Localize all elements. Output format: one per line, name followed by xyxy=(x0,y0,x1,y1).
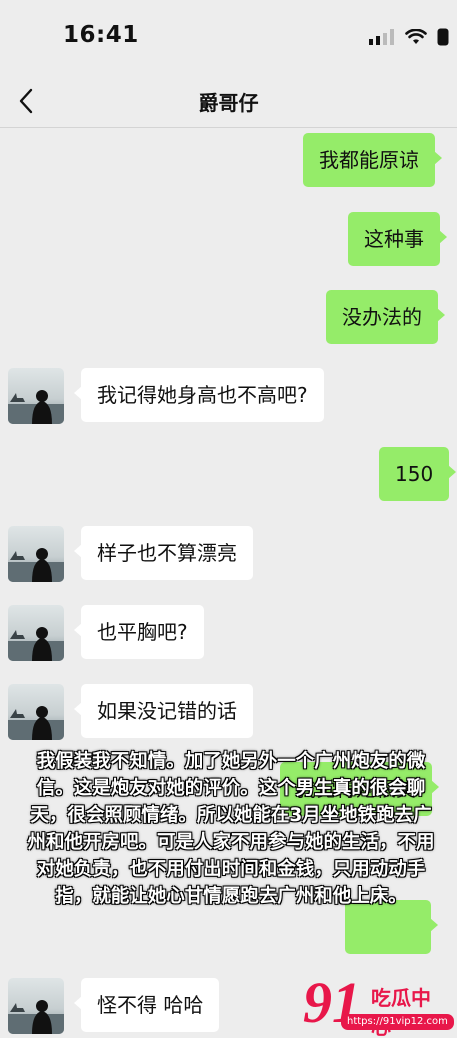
battery-icon xyxy=(437,28,449,46)
chat-title: 爵哥仔 xyxy=(198,91,259,115)
contact-message-bubble[interactable]: 样子也不算漂亮 xyxy=(74,526,253,580)
avatar-image xyxy=(8,526,64,582)
avatar-image xyxy=(8,368,64,424)
watermark-logo: 91 吃瓜中心 https://91vip12.com xyxy=(303,974,454,1038)
avatar-image xyxy=(8,978,64,1034)
contact-message-bubble[interactable]: 如果没记错的话 xyxy=(74,684,253,738)
watermark-url: https://91vip12.com xyxy=(341,1014,454,1030)
contact-avatar[interactable] xyxy=(8,978,64,1034)
signal-icon xyxy=(369,29,394,45)
contact-message-bubble[interactable]: 我记得她身高也不高吧? xyxy=(74,368,324,422)
contact-avatar[interactable] xyxy=(8,605,64,661)
contact-message-bubble[interactable]: 怪不得 哈哈 xyxy=(73,978,220,1032)
status-icons xyxy=(369,28,449,46)
avatar-image xyxy=(8,605,64,661)
chat-header: 爵哥仔 xyxy=(0,74,457,128)
my-message-bubble[interactable]: 没办法的 xyxy=(326,290,445,344)
contact-message-bubble[interactable]: 也平胸吧? xyxy=(74,605,204,659)
wifi-icon xyxy=(405,29,427,44)
contact-avatar[interactable] xyxy=(8,526,64,582)
my-message-bubble[interactable]: 我都能原谅 xyxy=(303,133,442,187)
status-bar: 16:41 xyxy=(0,0,457,74)
contact-avatar[interactable] xyxy=(8,684,64,740)
my-message-bubble[interactable]: 这种事 xyxy=(348,212,447,266)
overlay-caption: 我假装我不知情。加了她另外一个广州炮友的微信。这是炮友对她的评价。这个男生真的很… xyxy=(27,751,435,907)
my-message-bubble[interactable]: 150 xyxy=(379,447,457,501)
avatar-image xyxy=(8,684,64,740)
status-time: 16:41 xyxy=(63,22,139,48)
contact-avatar[interactable] xyxy=(8,368,64,424)
